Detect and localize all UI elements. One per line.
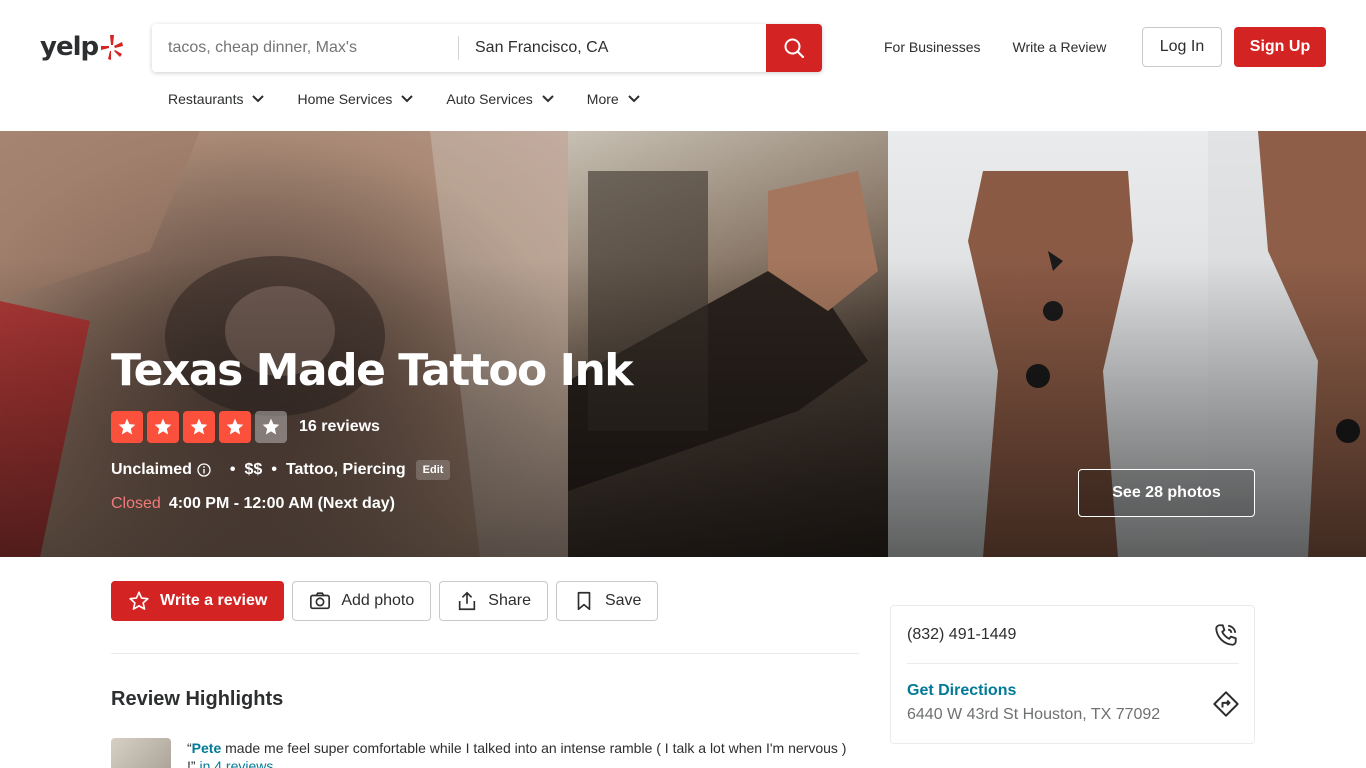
save-button[interactable]: Save (555, 581, 659, 621)
photo-header: Texas Made Tattoo Ink 16 reviews Unclaim… (0, 131, 1366, 557)
bookmark-icon (577, 591, 591, 611)
search-find-input[interactable] (152, 24, 458, 72)
yelp-burst-icon (101, 35, 124, 60)
highlight-reviews-link[interactable]: in 4 reviews (196, 758, 273, 768)
camera-icon (310, 592, 331, 610)
open-status: Closed (111, 495, 161, 512)
section-divider (111, 653, 859, 654)
hours-row: Closed 4:00 PM - 12:00 AM (Next day) (111, 495, 395, 513)
button-label: Add photo (341, 592, 415, 609)
search-near-input[interactable] (459, 24, 766, 72)
chevron-down-icon (401, 95, 414, 103)
highlight-thumbnail[interactable] (111, 738, 171, 768)
chevron-down-icon (542, 95, 554, 103)
button-label: Write a review (160, 592, 268, 609)
star-icon (183, 411, 215, 443)
highlight-keyword: Pete (191, 740, 222, 756)
chevron-down-icon (252, 95, 265, 103)
phone-number[interactable]: (832) 491-1449 (907, 626, 1016, 644)
category-label: Auto Services (446, 91, 533, 107)
star-icon (219, 411, 251, 443)
search-bar (152, 24, 822, 72)
star-empty-icon (255, 411, 287, 443)
business-hours: 4:00 PM - 12:00 AM (Next day) (168, 495, 395, 512)
write-review-button[interactable]: Write a review (111, 581, 285, 621)
business-meta: Unclaimed • $$ • Tattoo, Piercing Edit (111, 460, 451, 480)
search-icon (784, 38, 805, 59)
business-address: 6440 W 43rd St Houston, TX 77092 (907, 706, 1161, 723)
login-button[interactable]: Log In (1142, 27, 1222, 67)
claim-status: Unclaimed (111, 461, 192, 478)
signup-button[interactable]: Sign Up (1234, 27, 1326, 67)
logo-text: yelp (40, 32, 99, 62)
review-count[interactable]: 16 reviews (299, 418, 380, 436)
see-all-photos-button[interactable]: See 28 photos (1078, 469, 1255, 517)
get-directions-link[interactable]: Get Directions (907, 682, 1016, 700)
category-more[interactable]: More (587, 91, 641, 107)
directions-icon[interactable] (1212, 690, 1240, 718)
category-restaurants[interactable]: Restaurants (168, 91, 265, 107)
top-links: For Businesses Write a Review (868, 27, 1122, 67)
price-range: $$ (244, 461, 263, 478)
star-icon (111, 411, 143, 443)
category-auto-services[interactable]: Auto Services (446, 91, 554, 107)
card-divider (907, 663, 1239, 664)
for-businesses-link[interactable]: For Businesses (868, 39, 996, 55)
star-icon (147, 411, 179, 443)
highlight-text: made me feel super comfortable while I t… (187, 740, 847, 768)
search-button[interactable] (766, 24, 822, 72)
top-header: yelp For Businesses Write a Review Log I… (0, 0, 1366, 131)
business-name: Texas Made Tattoo Ink (111, 345, 634, 396)
action-buttons: Write a review Add photo Share Save (111, 581, 666, 621)
business-categories[interactable]: Tattoo, Piercing (286, 461, 406, 479)
contact-card: (832) 491-1449 Get Directions 6440 W 43r… (890, 605, 1255, 744)
write-review-link[interactable]: Write a Review (996, 39, 1122, 55)
star-rating: 16 reviews (111, 411, 380, 443)
category-label: Home Services (297, 91, 393, 107)
category-nav: Restaurants Home Services Auto Services … (168, 86, 673, 112)
yelp-logo[interactable]: yelp (40, 30, 124, 64)
highlight-quote: “Pete made me feel super comfortable whi… (187, 739, 847, 768)
info-icon[interactable] (197, 463, 211, 477)
review-highlights-title: Review Highlights (111, 688, 284, 710)
category-label: Restaurants (168, 91, 244, 107)
star-outline-icon (129, 591, 149, 610)
separator-dot: • (271, 461, 277, 478)
share-button[interactable]: Share (439, 581, 548, 621)
category-home-services[interactable]: Home Services (297, 91, 414, 107)
phone-icon[interactable] (1213, 622, 1239, 648)
button-label: Save (604, 592, 642, 609)
category-label: More (586, 91, 619, 107)
edit-categories-button[interactable]: Edit (415, 460, 451, 480)
chevron-down-icon (627, 95, 640, 103)
separator-dot: • (229, 461, 236, 478)
share-icon (459, 591, 476, 611)
add-photo-button[interactable]: Add photo (292, 581, 432, 621)
button-label: Share (488, 592, 531, 609)
